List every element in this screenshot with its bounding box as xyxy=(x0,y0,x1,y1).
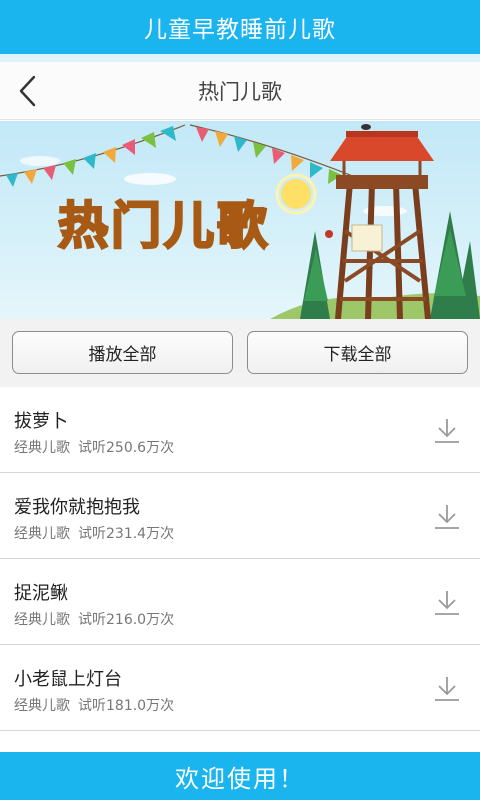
song-title: 爱我你就抱抱我 xyxy=(14,497,140,518)
page-title: 热门儿歌 xyxy=(198,79,282,104)
hot-songs-banner: 热门儿歌 xyxy=(0,121,480,319)
song-title: 捉泥鳅 xyxy=(14,583,68,604)
song-play-count: 试听231.4万次 xyxy=(78,526,175,542)
song-category: 经典儿歌 xyxy=(14,612,70,628)
chevron-left-icon xyxy=(19,75,36,107)
song-item[interactable]: 小老鼠上灯台 经典儿歌 试听181.0万次 xyxy=(0,645,480,731)
song-category: 经典儿歌 xyxy=(14,526,70,542)
song-meta: 经典儿歌 试听216.0万次 xyxy=(14,609,174,629)
app-title: 儿童早教睡前儿歌 xyxy=(144,17,336,43)
action-bar: 播放全部 下载全部 xyxy=(0,319,480,387)
back-button[interactable] xyxy=(10,72,46,110)
song-list: 拔萝卜 经典儿歌 试听250.6万次 爱我你就抱抱我 经典儿歌 试听231.4万次 … xyxy=(0,387,480,731)
song-item[interactable]: 拔萝卜 经典儿歌 试听250.6万次 xyxy=(0,387,480,473)
welcome-footer: 欢迎使用！ xyxy=(0,752,480,800)
play-all-button[interactable]: 播放全部 xyxy=(12,331,233,374)
title-bar-divider xyxy=(0,54,480,62)
song-play-count: 试听181.0万次 xyxy=(78,698,175,714)
download-icon[interactable] xyxy=(434,589,460,617)
song-meta: 经典儿歌 试听181.0万次 xyxy=(14,695,174,715)
song-item[interactable]: 捉泥鳅 经典儿歌 试听216.0万次 xyxy=(0,559,480,645)
download-icon[interactable] xyxy=(434,503,460,531)
song-category: 经典儿歌 xyxy=(14,698,70,714)
song-title: 小老鼠上灯台 xyxy=(14,669,122,690)
song-meta: 经典儿歌 试听250.6万次 xyxy=(14,437,174,457)
footer-text: 欢迎使用！ xyxy=(175,764,305,793)
song-play-count: 试听250.6万次 xyxy=(78,440,175,456)
banner-illustration: 热门儿歌 xyxy=(0,121,480,319)
banner-title-art: 热门儿歌 xyxy=(58,197,270,255)
app-title-bar: 儿童早教睡前儿歌 xyxy=(0,0,480,54)
song-play-count: 试听216.0万次 xyxy=(78,612,175,628)
navigation-bar: 热门儿歌 xyxy=(0,62,480,120)
download-icon[interactable] xyxy=(434,675,460,703)
song-meta: 经典儿歌 试听231.4万次 xyxy=(14,523,174,543)
download-icon[interactable] xyxy=(434,417,460,445)
song-item[interactable]: 爱我你就抱抱我 经典儿歌 试听231.4万次 xyxy=(0,473,480,559)
download-all-button[interactable]: 下载全部 xyxy=(247,331,468,374)
song-category: 经典儿歌 xyxy=(14,440,70,456)
song-title: 拔萝卜 xyxy=(14,411,68,432)
